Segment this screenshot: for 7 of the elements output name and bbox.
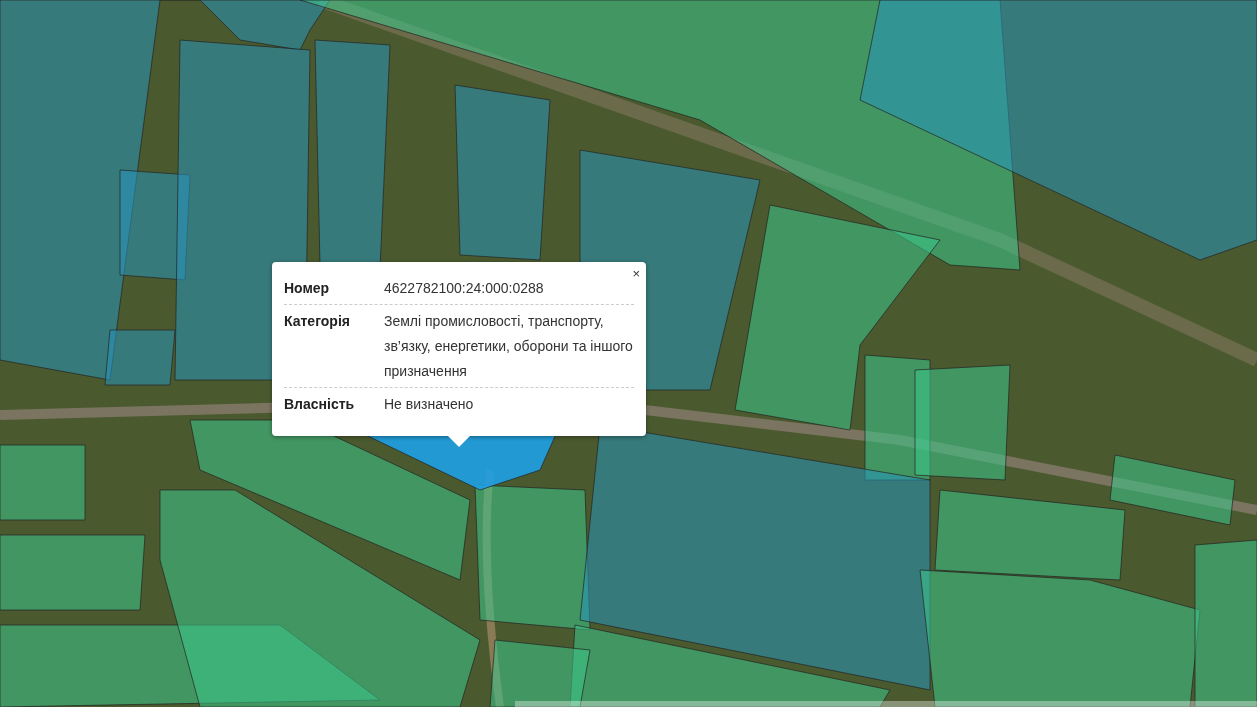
field-label: Власність [284, 395, 356, 414]
field-value: Не визначено [384, 395, 475, 414]
field-value: Землі промисловості, транспорту, зв’язку, енергетики, оборони та іншого призначення [384, 312, 634, 381]
close-button[interactable]: × [632, 266, 640, 282]
field-label: Категорія [284, 312, 351, 331]
field-label: Номер [284, 279, 331, 298]
field-value: 4622782100:24:000:0288 [384, 279, 545, 298]
